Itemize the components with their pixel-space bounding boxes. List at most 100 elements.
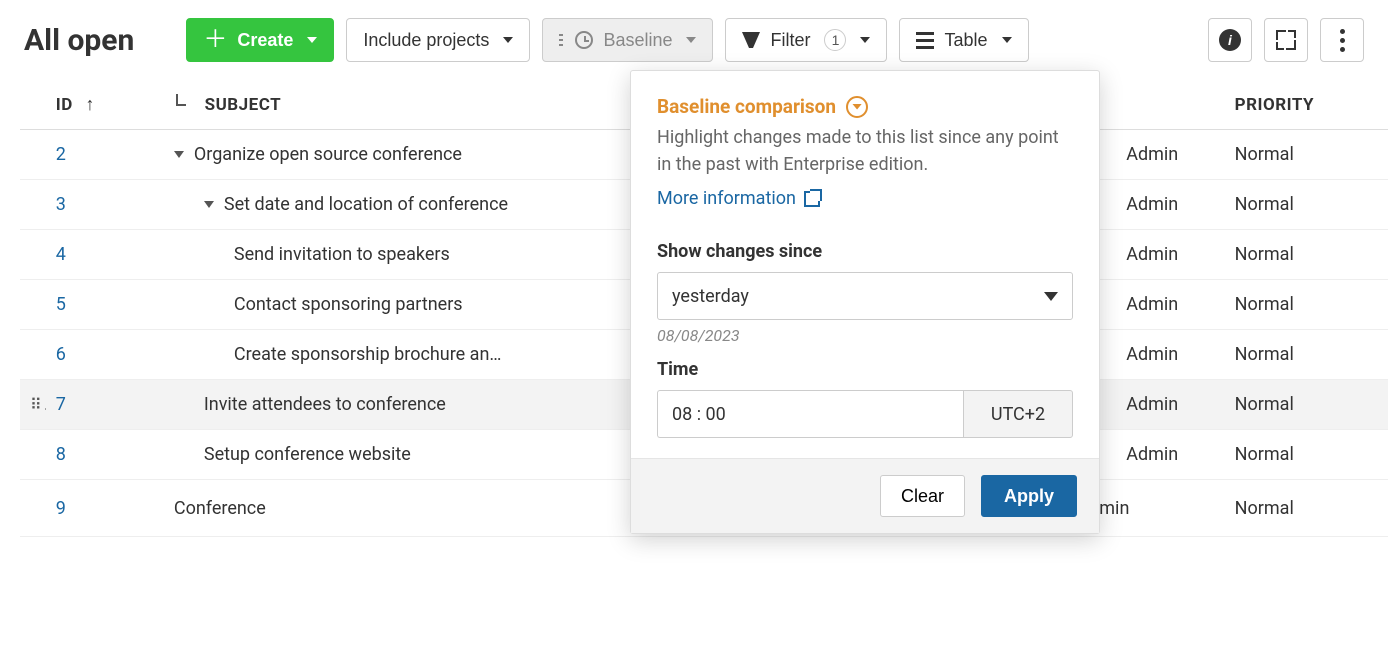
id-link[interactable]: 9: [56, 498, 66, 519]
priority-cell: Normal: [1195, 430, 1388, 480]
id-link[interactable]: 5: [56, 294, 66, 315]
id-link[interactable]: 3: [56, 194, 66, 215]
subject-text[interactable]: Set date and location of conference: [224, 194, 508, 215]
priority-cell: Normal: [1195, 130, 1388, 180]
hierarchy-icon: [174, 94, 190, 110]
priority-cell: Normal: [1195, 280, 1388, 330]
subject-text[interactable]: Conference: [174, 498, 266, 519]
page-title: All open: [24, 23, 134, 58]
id-cell: 2: [46, 130, 164, 180]
subject-cell: Set date and location of conference: [164, 180, 626, 230]
more-info-link[interactable]: More information: [657, 188, 820, 209]
subject-cell: Create sponsorship brochure an…: [164, 330, 626, 380]
id-cell: 6: [46, 330, 164, 380]
info-button[interactable]: i: [1208, 18, 1252, 62]
subject-text[interactable]: Create sponsorship brochure an…: [234, 344, 502, 365]
since-date-hint: 08/08/2023: [657, 326, 1073, 345]
filter-icon: [742, 32, 760, 48]
drag-handle-cell: [20, 430, 46, 480]
sort-asc-icon: ↑: [86, 94, 96, 115]
subject-text[interactable]: Invite attendees to conference: [204, 394, 446, 415]
id-link[interactable]: 2: [56, 144, 66, 165]
assignee-name: Admin: [1126, 344, 1178, 365]
col-handle: [20, 80, 46, 130]
priority-cell: Normal: [1195, 230, 1388, 280]
more-actions-button[interactable]: [1320, 18, 1364, 62]
col-subject[interactable]: SUBJECT: [164, 80, 626, 130]
since-value: yesterday: [672, 286, 749, 307]
create-button[interactable]: ＋ Create: [186, 18, 334, 62]
id-link[interactable]: 6: [56, 344, 66, 365]
id-link[interactable]: 7: [56, 394, 66, 415]
time-input[interactable]: 08 : 00: [657, 390, 963, 438]
priority-cell: Normal: [1195, 480, 1388, 537]
drag-handle-cell: [20, 330, 46, 380]
assignee-name: Admin: [1126, 444, 1178, 465]
id-cell: 9: [46, 480, 164, 537]
enterprise-badge-icon: [846, 96, 868, 118]
apply-button[interactable]: Apply: [981, 475, 1077, 517]
toolbar: All open ＋ Create Include projects Basel…: [0, 0, 1388, 80]
include-projects-label: Include projects: [363, 30, 489, 51]
subject-cell: Contact sponsoring partners: [164, 280, 626, 330]
col-id[interactable]: ID ↑: [46, 80, 164, 130]
id-cell: 7: [46, 380, 164, 430]
create-label: Create: [237, 30, 293, 51]
popup-title-row: Baseline comparison: [657, 95, 1073, 118]
id-cell: 8: [46, 430, 164, 480]
filter-label: Filter: [770, 30, 810, 51]
drag-handle-cell: [20, 230, 46, 280]
filter-button[interactable]: Filter 1: [725, 18, 887, 62]
baseline-lines-icon: [559, 34, 563, 46]
clock-icon: [575, 31, 593, 49]
subject-cell: Send invitation to speakers: [164, 230, 626, 280]
since-label: Show changes since: [657, 241, 1073, 262]
baseline-button[interactable]: Baseline: [542, 18, 713, 62]
popup-description: Highlight changes made to this list sinc…: [657, 124, 1073, 178]
assignee-name: Admin: [1126, 294, 1178, 315]
subject-text[interactable]: Contact sponsoring partners: [234, 294, 463, 315]
subject-cell: Setup conference website: [164, 430, 626, 480]
assignee-name: Admin: [1126, 144, 1178, 165]
assignee-name: Admin: [1126, 194, 1178, 215]
subject-text[interactable]: Setup conference website: [204, 444, 411, 465]
id-link[interactable]: 4: [56, 244, 66, 265]
table-icon: [916, 32, 934, 49]
timezone-box: UTC+2: [963, 390, 1073, 438]
expand-toggle-icon[interactable]: [174, 151, 184, 158]
subject-cell: Organize open source conference: [164, 130, 626, 180]
col-priority[interactable]: PRIORITY: [1195, 80, 1388, 130]
subject-text[interactable]: Send invitation to speakers: [234, 244, 450, 265]
expand-toggle-icon[interactable]: [204, 201, 214, 208]
priority-cell: Normal: [1195, 380, 1388, 430]
info-icon: i: [1219, 29, 1241, 51]
kebab-icon: [1340, 29, 1345, 52]
external-link-icon: [804, 191, 820, 207]
chevron-down-icon: [1002, 37, 1012, 43]
baseline-label: Baseline: [603, 30, 672, 51]
subject-text[interactable]: Organize open source conference: [194, 144, 462, 165]
subject-cell: Invite attendees to conference: [164, 380, 626, 430]
drag-handle-cell: [20, 480, 46, 537]
assignee-name: Admin: [1126, 244, 1178, 265]
time-label: Time: [657, 359, 1073, 380]
assignee-name: Admin: [1126, 394, 1178, 415]
priority-cell: Normal: [1195, 180, 1388, 230]
id-link[interactable]: 8: [56, 444, 66, 465]
id-cell: 3: [46, 180, 164, 230]
view-mode-label: Table: [944, 30, 987, 51]
chevron-down-icon: [860, 37, 870, 43]
since-select[interactable]: yesterday: [657, 272, 1073, 320]
include-projects-button[interactable]: Include projects: [346, 18, 530, 62]
drag-handle-icon[interactable]: [30, 394, 44, 408]
chevron-down-icon: [307, 37, 317, 43]
fullscreen-icon: [1276, 30, 1296, 50]
plus-icon: ＋: [203, 28, 227, 52]
clear-button[interactable]: Clear: [880, 475, 965, 517]
view-mode-button[interactable]: Table: [899, 18, 1028, 62]
popup-footer: Clear Apply: [631, 458, 1099, 533]
priority-cell: Normal: [1195, 330, 1388, 380]
fullscreen-button[interactable]: [1264, 18, 1308, 62]
chevron-down-icon: [686, 37, 696, 43]
popup-title: Baseline comparison: [657, 95, 836, 118]
